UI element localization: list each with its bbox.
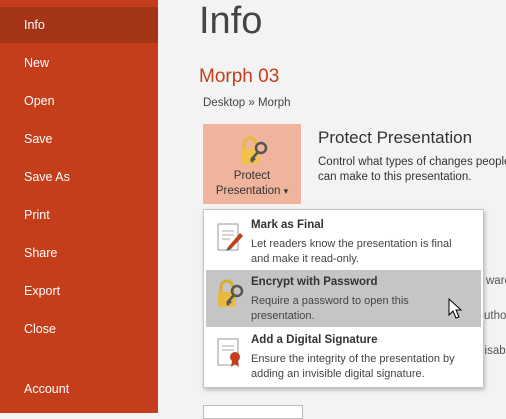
menu-item-encrypt-with-password[interactable]: Encrypt with Password Require a password… <box>206 270 481 327</box>
sidebar-item-close[interactable]: Close <box>0 311 158 347</box>
sidebar-item-export[interactable]: Export <box>0 273 158 309</box>
lock-key-icon <box>241 136 268 164</box>
menu-item-description: Require a password to open this presenta… <box>251 295 409 322</box>
protect-button-label-line1: Protect <box>233 170 271 182</box>
sidebar-item-new[interactable]: New <box>0 45 158 81</box>
sidebar-item-save[interactable]: Save <box>0 121 158 157</box>
sidebar-item-share[interactable]: Share <box>0 235 158 271</box>
protect-button-label-line2: Presentation ▾ <box>203 185 301 197</box>
menu-item-title: Encrypt with Password <box>251 276 378 288</box>
chevron-down-icon: ▾ <box>283 186 289 196</box>
breadcrumb[interactable]: Desktop » Morph <box>203 97 291 109</box>
sidebar-item-account[interactable]: Account <box>0 371 158 407</box>
background-text-fragment: ware <box>486 275 506 287</box>
page-title: Info <box>199 0 263 42</box>
menu-item-description: Let readers know the presentation is fin… <box>251 238 452 265</box>
signature-icon <box>217 338 240 367</box>
sidebar-item-open[interactable]: Open <box>0 83 158 119</box>
protect-presentation-button[interactable]: Protect Presentation ▾ <box>203 124 301 204</box>
sidebar-item-save-as[interactable]: Save As <box>0 159 158 195</box>
menu-item-title: Add a Digital Signature <box>251 334 378 346</box>
protect-heading: Protect Presentation <box>318 128 473 147</box>
menu-item-mark-as-final[interactable]: Mark as Final Let readers know the prese… <box>206 213 481 270</box>
sidebar-item-print[interactable]: Print <box>0 197 158 233</box>
menu-item-add-digital-signature[interactable]: Add a Digital Signature Ensure the integ… <box>206 328 481 385</box>
sidebar-item-info[interactable]: Info <box>0 7 158 43</box>
protect-button-label-line2-text: Presentation <box>215 185 281 197</box>
mouse-cursor-icon <box>448 298 463 319</box>
partial-button[interactable] <box>203 405 303 419</box>
background-text-fragment: lisab <box>482 345 506 357</box>
document-title: Morph 03 <box>199 66 280 87</box>
background-text-fragment: utho <box>484 310 506 322</box>
menu-item-description: Ensure the integrity of the presentation… <box>251 353 455 380</box>
mark-final-icon <box>217 223 243 251</box>
backstage-sidebar: Info New Open Save Save As Print Share E… <box>0 0 158 413</box>
protect-presentation-menu: Mark as Final Let readers know the prese… <box>203 209 484 388</box>
menu-item-title: Mark as Final <box>251 219 324 231</box>
protect-description: Control what types of changes people can… <box>318 156 506 183</box>
lock-key-icon <box>218 279 244 307</box>
